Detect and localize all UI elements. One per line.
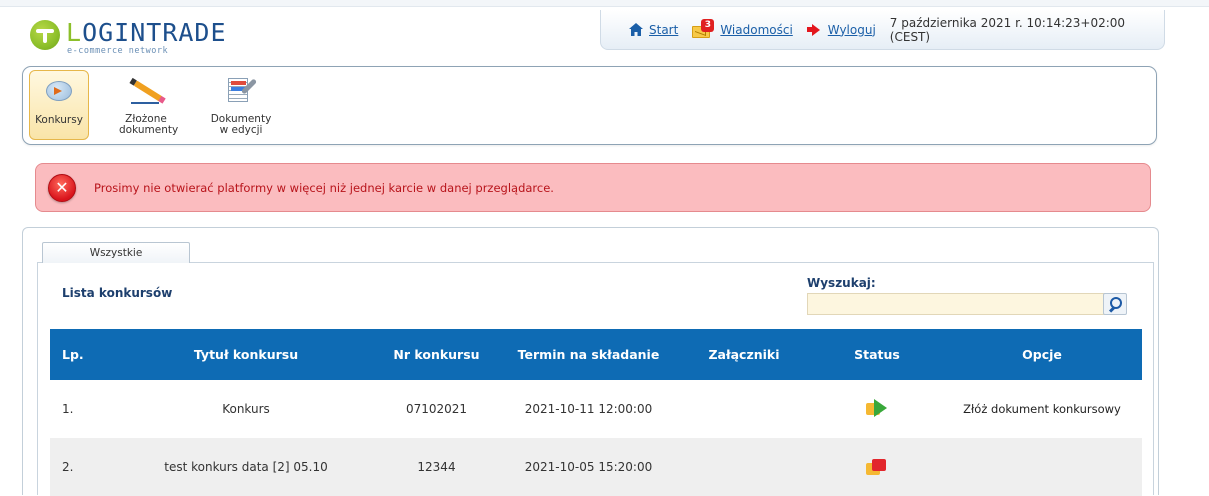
logout-link[interactable]: Wyloguj xyxy=(828,23,876,37)
nav-start[interactable]: Start xyxy=(629,23,678,37)
cell-deadline: 2021-10-11 12:00:00 xyxy=(501,380,676,438)
cell-attachments xyxy=(676,438,812,496)
cell-lp: 1. xyxy=(50,380,120,438)
cell-nr: 07102021 xyxy=(372,380,501,438)
messages-count-badge: 3 xyxy=(701,18,715,32)
tool-label: Konkursy xyxy=(35,114,83,126)
error-x-icon: ✕ xyxy=(48,173,76,202)
logo-subtitle: e-commerce network xyxy=(67,46,169,56)
alert-message: Prosimy nie otwierać platformy w więcej … xyxy=(94,180,554,195)
tool-label: Dokumenty w edycji xyxy=(210,113,272,136)
col-title[interactable]: Tytuł konkursu xyxy=(120,329,372,380)
col-nr[interactable]: Nr konkursu xyxy=(372,329,501,380)
cell-lp: 2. xyxy=(50,438,120,496)
pencil-icon xyxy=(131,78,163,106)
tool-konkursy[interactable]: Konkursy xyxy=(29,70,89,140)
cell-attachments xyxy=(676,380,812,438)
logout-arrow-icon xyxy=(811,23,820,36)
warning-alert: ✕ Prosimy nie otwierać platformy w więce… xyxy=(35,163,1151,212)
logo-text: LOGINTRADE xyxy=(66,18,227,47)
home-icon xyxy=(629,23,643,36)
cell-status xyxy=(812,380,942,438)
col-status[interactable]: Status xyxy=(812,329,942,380)
cell-options xyxy=(942,438,1142,496)
logo: LOGINTRADE e-commerce network xyxy=(30,18,290,62)
top-crop-strip xyxy=(0,0,1209,7)
tool-zlozone-dokumenty[interactable]: Złożone dokumenty xyxy=(109,70,183,140)
search-input[interactable] xyxy=(807,293,1105,315)
nav-logout[interactable]: Wyloguj xyxy=(806,23,876,37)
module-toolbar: Konkursy Złożone dokumenty Dokumenty w e… xyxy=(22,66,1157,145)
speech-bubble-icon xyxy=(44,79,74,107)
status-closed-stop-icon xyxy=(866,457,888,477)
col-attachments: Załączniki xyxy=(676,329,812,380)
table-row[interactable]: 2. test konkurs data [2] 05.10 12344 202… xyxy=(50,438,1142,496)
top-nav-bar: Start 3 Wiadomości Wyloguj 7 październik… xyxy=(600,10,1165,50)
submit-document-link[interactable]: Złóż dokument konkursowy xyxy=(963,402,1121,416)
cell-deadline: 2021-10-05 15:20:00 xyxy=(501,438,676,496)
table-row[interactable]: 1. Konkurs 07102021 2021-10-11 12:00:00 … xyxy=(50,380,1142,438)
list-title: Lista konkursów xyxy=(62,286,173,300)
search-label: Wyszukaj: xyxy=(807,276,876,290)
status-active-play-icon xyxy=(866,399,888,419)
current-datetime: 7 października 2021 r. 10:14:23+02:00 (C… xyxy=(889,15,1126,44)
cell-status xyxy=(812,438,942,496)
table-header-row: Lp. Tytuł konkursu Nr konkursu Termin na… xyxy=(50,329,1142,380)
tool-label: Złożone dokumenty xyxy=(119,113,179,136)
tool-dokumenty-w-edycji[interactable]: Dokumenty w edycji xyxy=(195,70,287,140)
mail-icon: 3 xyxy=(692,18,715,38)
cell-title: test konkurs data [2] 05.10 xyxy=(120,438,372,496)
start-link[interactable]: Start xyxy=(649,23,678,37)
cell-title: Konkurs xyxy=(120,380,372,438)
documents-wrench-icon xyxy=(226,78,258,106)
cell-nr: 12344 xyxy=(372,438,501,496)
contests-table: Lp. Tytuł konkursu Nr konkursu Termin na… xyxy=(50,329,1142,496)
col-deadline[interactable]: Termin na składanie xyxy=(501,329,676,380)
nav-messages[interactable]: 3 Wiadomości xyxy=(692,18,793,38)
col-lp[interactable]: Lp. xyxy=(50,329,120,380)
logo-mark-icon xyxy=(30,20,60,50)
messages-link[interactable]: Wiadomości xyxy=(720,23,792,37)
search-icon[interactable] xyxy=(1103,293,1127,315)
tab-wszystkie[interactable]: Wszystkie xyxy=(42,242,190,263)
cell-options: Złóż dokument konkursowy xyxy=(942,380,1142,438)
col-options: Opcje xyxy=(942,329,1142,380)
